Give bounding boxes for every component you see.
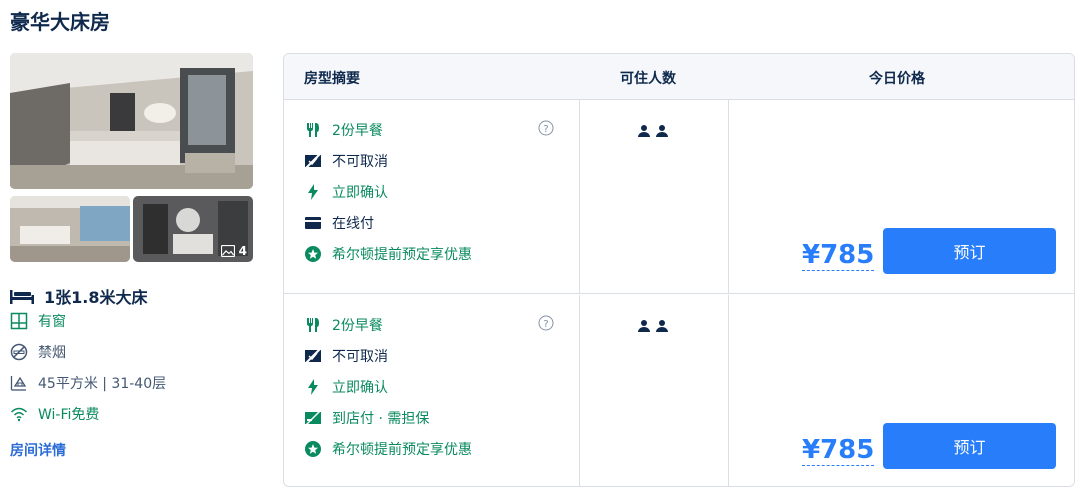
pay-at-hotel-icon <box>304 409 322 427</box>
payment-label: 到店付 · 需担保 <box>332 411 430 427</box>
book-button[interactable]: 预订 <box>883 228 1056 274</box>
book-button[interactable]: 预订 <box>883 423 1056 469</box>
photo-count-number: 4 <box>238 244 247 258</box>
window-icon <box>10 312 28 330</box>
svg-text:?: ? <box>543 319 548 330</box>
wifi-label: Wi-Fi免费 <box>38 407 100 423</box>
smoking-label: 禁烟 <box>38 345 66 361</box>
room-thumbnail[interactable]: 4 <box>133 196 253 262</box>
cancel-policy: 不可取消 <box>304 346 388 366</box>
occupancy-icons <box>637 124 669 138</box>
cancel-label: 不可取消 <box>332 349 388 365</box>
room-thumbnail[interactable] <box>10 196 130 262</box>
rate-plan-row: 2份早餐 ? 不可取消 立即确认 在线付 希尔顿提前预定享优惠 ¥785 预订 <box>284 100 1074 294</box>
help-icon[interactable]: ? <box>538 120 554 140</box>
bed-info: 1张1.8米大床 <box>10 284 147 308</box>
window-feature: 有窗 <box>10 311 66 331</box>
promo-policy: 希尔顿提前预定享优惠 <box>304 439 472 459</box>
payment-label: 在线付 <box>332 216 374 232</box>
confirm-policy: 立即确认 <box>304 182 388 202</box>
price-label[interactable]: ¥785 <box>802 240 875 271</box>
bed-icon <box>10 290 34 304</box>
rate-plan-table: 房型摘要 可住人数 今日价格 2份早餐 ? 不可取消 立即确认 在线付 希尔顿提… <box>283 53 1075 487</box>
star-badge-icon <box>304 245 322 263</box>
header-occupancy: 可住人数 <box>620 71 676 87</box>
room-main-photo[interactable] <box>10 53 253 189</box>
window-label: 有窗 <box>38 314 66 330</box>
promo-label: 希尔顿提前预定享优惠 <box>332 247 472 263</box>
room-details-link[interactable]: 房间详情 <box>10 440 66 460</box>
room-title: 豪华大床房 <box>10 10 110 34</box>
photo-count: 4 <box>220 244 247 258</box>
wifi-icon <box>10 407 28 422</box>
bed-label: 1张1.8米大床 <box>44 288 148 307</box>
promo-policy: 希尔顿提前预定享优惠 <box>304 244 472 264</box>
header-summary: 房型摘要 <box>304 71 360 87</box>
person-icon <box>656 125 668 137</box>
breakfast-label: 2份早餐 <box>332 318 383 334</box>
table-header: 房型摘要 可住人数 今日价格 <box>284 54 1074 100</box>
area-feature: 45平方米 | 31-40层 <box>10 373 166 393</box>
cancel-label: 不可取消 <box>332 154 388 170</box>
person-icon <box>638 125 650 137</box>
help-icon[interactable]: ? <box>538 315 554 335</box>
utensils-icon <box>304 121 322 139</box>
image-icon <box>220 245 235 257</box>
svg-text:?: ? <box>543 124 548 135</box>
breakfast-policy: 2份早餐 <box>304 120 383 140</box>
header-price: 今日价格 <box>869 71 925 87</box>
breakfast-policy: 2份早餐 <box>304 315 383 335</box>
area-icon <box>10 376 27 391</box>
smoking-feature: 禁烟 <box>10 342 66 362</box>
no-smoking-icon <box>10 343 28 361</box>
rate-plan-row: 2份早餐 ? 不可取消 立即确认 到店付 · 需担保 希尔顿提前预定享优惠 ¥7… <box>284 295 1074 486</box>
payment-policy: 在线付 <box>304 213 374 233</box>
confirm-policy: 立即确认 <box>304 377 388 397</box>
lightning-icon <box>304 183 322 201</box>
no-cancel-icon <box>304 152 322 170</box>
confirm-label: 立即确认 <box>332 380 388 396</box>
promo-label: 希尔顿提前预定享优惠 <box>332 442 472 458</box>
cancel-policy: 不可取消 <box>304 151 388 171</box>
breakfast-label: 2份早餐 <box>332 123 383 139</box>
card-icon <box>304 214 322 232</box>
wifi-feature: Wi-Fi免费 <box>10 404 99 424</box>
payment-policy: 到店付 · 需担保 <box>304 408 429 428</box>
star-badge-icon <box>304 440 322 458</box>
area-label: 45平方米 | 31-40层 <box>38 376 167 392</box>
person-icon <box>638 320 650 332</box>
no-cancel-icon <box>304 347 322 365</box>
lightning-icon <box>304 378 322 396</box>
confirm-label: 立即确认 <box>332 185 388 201</box>
utensils-icon <box>304 316 322 334</box>
price-label[interactable]: ¥785 <box>802 435 875 466</box>
person-icon <box>656 320 668 332</box>
occupancy-icons <box>637 319 669 333</box>
